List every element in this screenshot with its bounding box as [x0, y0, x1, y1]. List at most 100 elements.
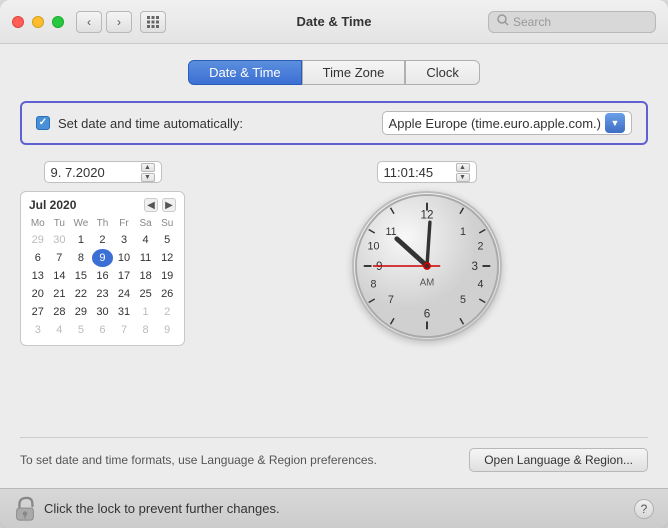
- calendar-day[interactable]: 5: [156, 231, 178, 249]
- svg-text:7: 7: [388, 294, 394, 306]
- tab-time-zone[interactable]: Time Zone: [302, 60, 406, 85]
- calendar-day[interactable]: 27: [27, 303, 49, 321]
- calendar-day[interactable]: 13: [27, 267, 49, 285]
- server-dropdown[interactable]: Apple Europe (time.euro.apple.com.) ▼: [382, 111, 632, 135]
- calendar-day[interactable]: 3: [113, 231, 135, 249]
- calendar-day[interactable]: 29: [27, 231, 49, 249]
- tab-clock[interactable]: Clock: [405, 60, 480, 85]
- calendar-header-row: Mo Tu We Th Fr Sa Su: [27, 216, 178, 231]
- col-we: We: [70, 216, 92, 231]
- calendar-day[interactable]: 8: [135, 321, 157, 339]
- calendar-month: Jul 2020: [29, 198, 76, 212]
- calendar-day[interactable]: 3: [27, 321, 49, 339]
- calendar-day[interactable]: 1: [135, 303, 157, 321]
- calendar-day[interactable]: 4: [135, 231, 157, 249]
- svg-text:4: 4: [477, 278, 483, 290]
- calendar-day[interactable]: 21: [49, 285, 71, 303]
- main-pane: 9. 7.2020 ▲ ▼ Jul 2020 ◀ ▶: [20, 161, 648, 429]
- back-button[interactable]: ‹: [76, 11, 102, 33]
- titlebar: ‹ › Date & Time Search: [0, 0, 668, 44]
- calendar-grid: Mo Tu We Th Fr Sa Su 2930123456789101112…: [27, 216, 178, 339]
- calendar-prev-button[interactable]: ◀: [144, 198, 158, 212]
- calendar-day[interactable]: 18: [135, 267, 157, 285]
- tab-date-time[interactable]: Date & Time: [188, 60, 302, 85]
- calendar-week-row: 3456789: [27, 321, 178, 339]
- calendar-day[interactable]: 7: [49, 249, 71, 267]
- calendar-day[interactable]: 17: [113, 267, 135, 285]
- help-button[interactable]: ?: [634, 499, 654, 519]
- date-stepper-up[interactable]: ▲: [141, 163, 155, 172]
- grid-button[interactable]: [140, 11, 166, 33]
- time-input[interactable]: 11:01:45 ▲ ▼: [377, 161, 477, 183]
- time-stepper[interactable]: ▲ ▼: [456, 163, 470, 182]
- clock-svg: 12 3 6 9 1 2 4 5 7 8 10 11 AM: [354, 191, 500, 341]
- left-pane: 9. 7.2020 ▲ ▼ Jul 2020 ◀ ▶: [20, 161, 185, 429]
- calendar-day[interactable]: 28: [49, 303, 71, 321]
- nav-buttons: ‹ ›: [76, 11, 132, 33]
- calendar-day[interactable]: 20: [27, 285, 49, 303]
- calendar-day[interactable]: 9: [156, 321, 178, 339]
- calendar-day[interactable]: 12: [156, 249, 178, 267]
- close-button[interactable]: [12, 16, 24, 28]
- time-value: 11:01:45: [384, 165, 434, 180]
- col-fr: Fr: [113, 216, 135, 231]
- calendar-day[interactable]: 24: [113, 285, 135, 303]
- date-stepper-down[interactable]: ▼: [141, 173, 155, 182]
- calendar-day[interactable]: 23: [92, 285, 114, 303]
- calendar-day[interactable]: 6: [27, 249, 49, 267]
- calendar-day[interactable]: 16: [92, 267, 114, 285]
- calendar-day[interactable]: 10: [113, 249, 135, 267]
- time-stepper-down[interactable]: ▼: [456, 173, 470, 182]
- calendar-nav: ◀ ▶: [144, 198, 176, 212]
- calendar-day[interactable]: 25: [135, 285, 157, 303]
- col-su: Su: [156, 216, 178, 231]
- checkmark-icon: ✓: [39, 118, 47, 128]
- calendar-day[interactable]: 1: [70, 231, 92, 249]
- svg-text:6: 6: [423, 308, 430, 321]
- calendar-day[interactable]: 5: [70, 321, 92, 339]
- calendar-day[interactable]: 19: [156, 267, 178, 285]
- calendar-day[interactable]: 6: [92, 321, 114, 339]
- col-tu: Tu: [49, 216, 71, 231]
- calendar-day[interactable]: 30: [92, 303, 114, 321]
- calendar-day[interactable]: 8: [70, 249, 92, 267]
- calendar-day[interactable]: 29: [70, 303, 92, 321]
- calendar-day[interactable]: 9: [92, 249, 114, 267]
- lock-area[interactable]: Click the lock to prevent further change…: [14, 496, 280, 522]
- date-input[interactable]: 9. 7.2020 ▲ ▼: [44, 161, 162, 183]
- calendar-day[interactable]: 15: [70, 267, 92, 285]
- maximize-button[interactable]: [52, 16, 64, 28]
- lock-text: Click the lock to prevent further change…: [44, 501, 280, 516]
- window: ‹ › Date & Time Search: [0, 0, 668, 528]
- calendar-week-row: 6789101112: [27, 249, 178, 267]
- auto-checkbox[interactable]: ✓: [36, 116, 50, 130]
- calendar-day[interactable]: 22: [70, 285, 92, 303]
- calendar-day[interactable]: 11: [135, 249, 157, 267]
- content: Date & Time Time Zone Clock ✓ Set date a…: [0, 44, 668, 488]
- dropdown-arrow-icon: ▼: [605, 113, 625, 133]
- svg-text:12: 12: [420, 208, 433, 221]
- svg-text:2: 2: [477, 240, 483, 252]
- forward-button[interactable]: ›: [106, 11, 132, 33]
- open-language-button[interactable]: Open Language & Region...: [469, 448, 648, 472]
- calendar-day[interactable]: 26: [156, 285, 178, 303]
- search-placeholder: Search: [513, 15, 551, 29]
- calendar-day[interactable]: 31: [113, 303, 135, 321]
- calendar-next-button[interactable]: ▶: [162, 198, 176, 212]
- search-box[interactable]: Search: [488, 11, 656, 33]
- calendar-day[interactable]: 7: [113, 321, 135, 339]
- calendar-day[interactable]: 2: [92, 231, 114, 249]
- calendar-day[interactable]: 4: [49, 321, 71, 339]
- date-stepper[interactable]: ▲ ▼: [141, 163, 155, 182]
- col-sa: Sa: [135, 216, 157, 231]
- analog-clock: 12 3 6 9 1 2 4 5 7 8 10 11 AM: [352, 191, 502, 341]
- calendar-week-row: 293012345: [27, 231, 178, 249]
- calendar-day[interactable]: 30: [49, 231, 71, 249]
- time-stepper-up[interactable]: ▲: [456, 163, 470, 172]
- calendar-day[interactable]: 14: [49, 267, 71, 285]
- minimize-button[interactable]: [32, 16, 44, 28]
- lock-icon: [14, 496, 36, 522]
- traffic-lights: [12, 16, 64, 28]
- calendar-day[interactable]: 2: [156, 303, 178, 321]
- calendar-week-row: 20212223242526: [27, 285, 178, 303]
